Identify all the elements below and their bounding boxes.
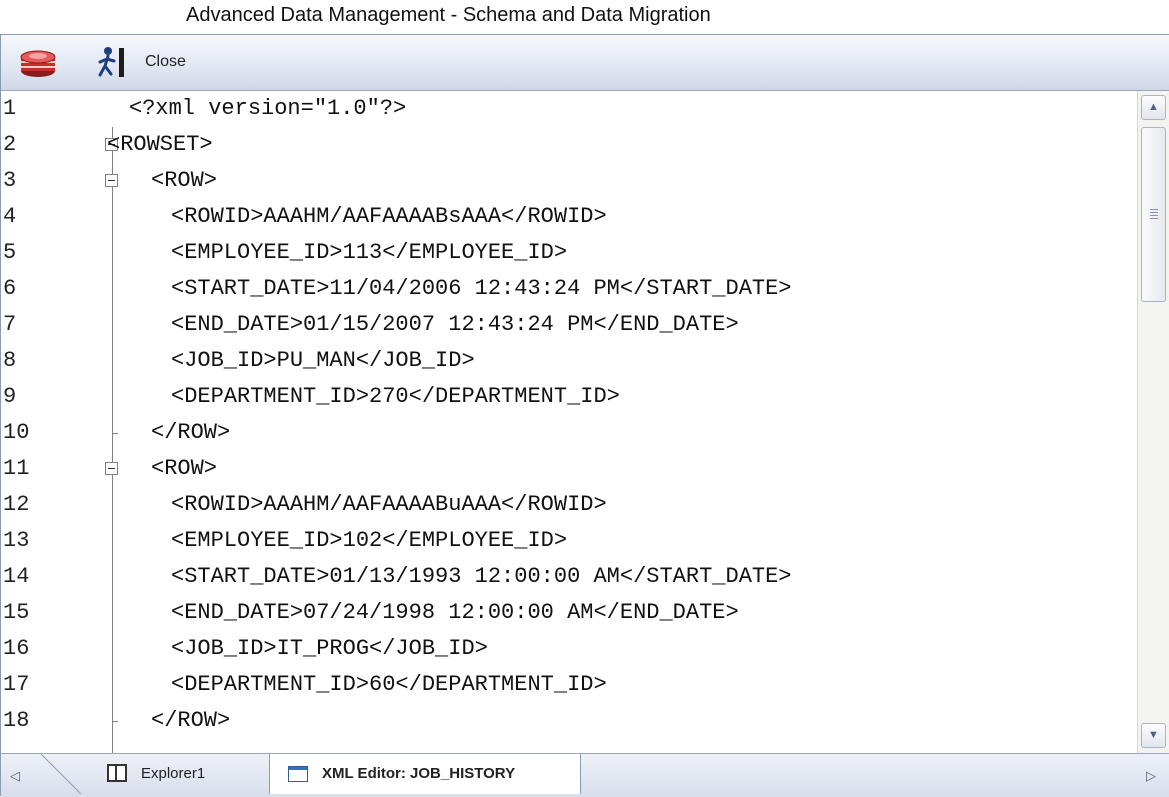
code-line[interactable]: <END_DATE>07/24/1998 12:00:00 AM</END_DA… (171, 595, 739, 631)
code-line[interactable]: <EMPLOYEE_ID>113</EMPLOYEE_ID> (171, 235, 567, 271)
line-number: 4 (3, 204, 17, 229)
close-button[interactable]: Close (141, 45, 190, 79)
collapse-row-icon[interactable] (105, 174, 118, 187)
code-line[interactable]: <ROWID>AAAHM/AAFAAAABsAAA</ROWID> (171, 199, 607, 235)
code-line[interactable]: <ROW> (151, 451, 217, 487)
tab-scroll-left-icon[interactable]: ◁ (5, 766, 25, 786)
scroll-down-button[interactable]: ▼ (1141, 723, 1166, 748)
code-line[interactable]: <JOB_ID>IT_PROG</JOB_ID> (171, 631, 488, 667)
line-number: 6 (3, 276, 17, 301)
tab-xml-editor[interactable]: XML Editor: JOB_HISTORY (269, 754, 581, 794)
code-editor[interactable]: 1 2 3 4 5 6 7 8 9 10 11 12 13 14 15 16 17 18 <?xml versio… (1, 91, 1169, 753)
tab-divider (41, 754, 82, 794)
collapse-row-icon[interactable] (105, 462, 118, 475)
line-number: 11 (3, 456, 30, 481)
tab-bar: ◁ Explorer1 XML Editor: JOB_HISTORY ▷ (1, 753, 1169, 797)
code-line[interactable]: </ROW> (151, 703, 230, 739)
toolbar: Close (1, 35, 1169, 91)
tab-scroll-right-icon[interactable]: ▷ (1141, 766, 1161, 786)
tab-explorer[interactable]: Explorer1 (99, 754, 259, 794)
line-number: 12 (3, 492, 30, 517)
line-number: 17 (3, 672, 30, 697)
line-number: 15 (3, 600, 30, 625)
line-number-gutter: 1 2 3 4 5 6 7 8 9 10 11 12 13 14 15 16 17 18 (1, 91, 61, 753)
line-number: 13 (3, 528, 30, 553)
line-number: 9 (3, 384, 17, 409)
line-number: 7 (3, 312, 17, 337)
line-number: 1 (3, 96, 17, 121)
code-line[interactable]: <ROW> (151, 163, 217, 199)
code-line[interactable]: <EMPLOYEE_ID>102</EMPLOYEE_ID> (171, 523, 567, 559)
line-number: 14 (3, 564, 30, 589)
xml-editor-window: Close 1 2 3 4 5 6 7 8 9 10 11 12 13 14 15 16 17 18 <?xml … (0, 34, 1169, 797)
code-line[interactable]: <JOB_ID>PU_MAN</JOB_ID> (171, 343, 475, 379)
code-line[interactable]: <?xml version="1.0"?> (129, 91, 406, 127)
line-number: 18 (3, 708, 30, 733)
code-line[interactable]: <END_DATE>01/15/2007 12:43:24 PM</END_DA… (171, 307, 739, 343)
scroll-thumb[interactable] (1141, 127, 1166, 302)
fold-margin (101, 91, 131, 753)
window-icon (288, 766, 308, 782)
line-number: 8 (3, 348, 17, 373)
vertical-scrollbar[interactable]: ▲ ▼ (1137, 91, 1169, 753)
code-line[interactable]: <DEPARTMENT_ID>270</DEPARTMENT_ID> (171, 379, 620, 415)
exit-run-icon[interactable] (97, 45, 127, 79)
code-line[interactable]: <ROWID>AAAHM/AAFAAAABuAAA</ROWID> (171, 487, 607, 523)
tab-label: XML Editor: JOB_HISTORY (322, 765, 516, 782)
panel-icon (107, 764, 127, 782)
line-number: 16 (3, 636, 30, 661)
code-line[interactable]: <ROWSET> (107, 127, 213, 163)
line-number: 10 (3, 420, 30, 445)
tab-label: Explorer1 (141, 765, 206, 782)
code-line[interactable]: <DEPARTMENT_ID>60</DEPARTMENT_ID> (171, 667, 607, 703)
code-line[interactable]: <START_DATE>01/13/1993 12:00:00 AM</STAR… (171, 559, 792, 595)
line-number: 3 (3, 168, 17, 193)
line-number: 5 (3, 240, 17, 265)
code-line[interactable]: </ROW> (151, 415, 230, 451)
line-number: 2 (3, 132, 17, 157)
database-execute-icon[interactable] (17, 45, 59, 79)
scroll-up-button[interactable]: ▲ (1141, 95, 1166, 120)
document-title: Advanced Data Management - Schema and Da… (186, 4, 711, 26)
code-line[interactable]: <START_DATE>11/04/2006 12:43:24 PM</STAR… (171, 271, 792, 307)
